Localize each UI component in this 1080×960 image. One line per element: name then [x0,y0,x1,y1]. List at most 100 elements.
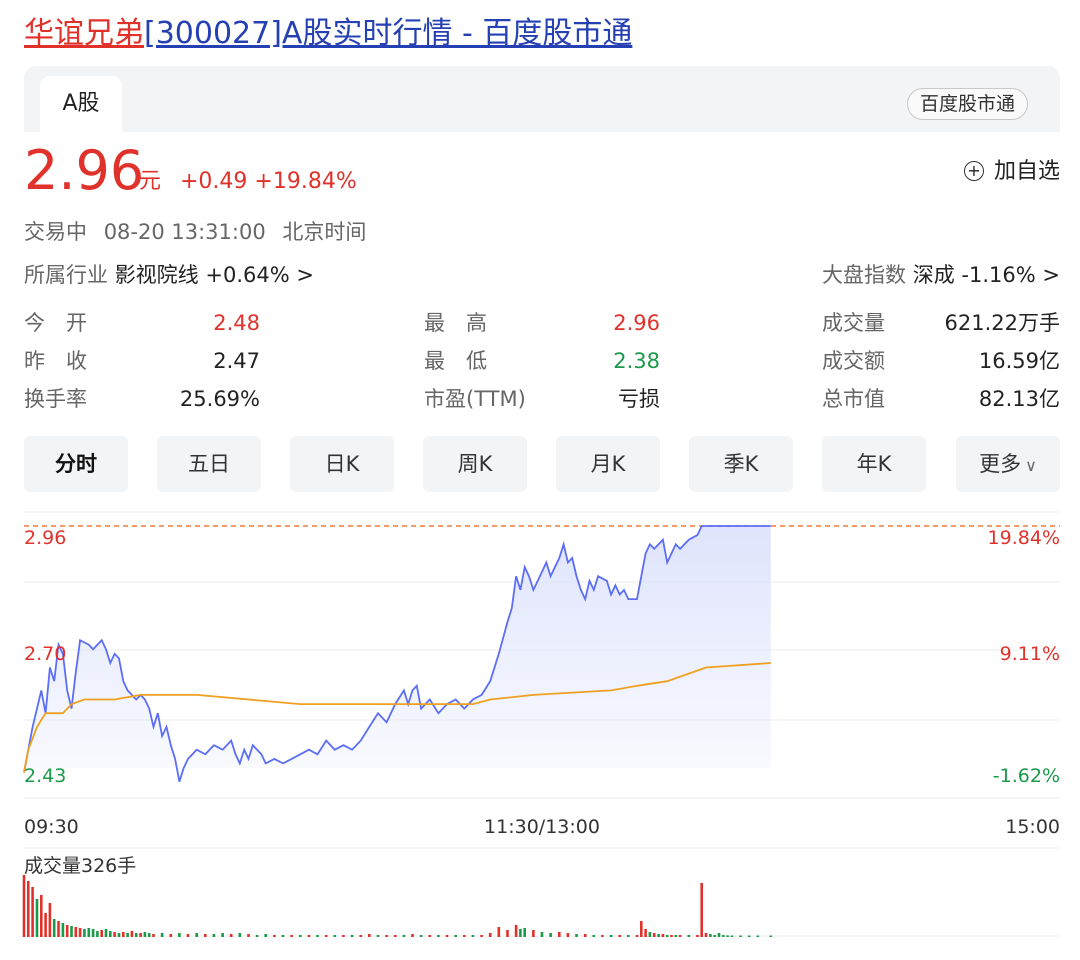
volume-bar [558,932,561,937]
stat-volume-value: 621.22万手 [944,311,1060,335]
volume-bar [609,935,613,937]
market-index-link[interactable]: 大盘指数 深成 -1.16% > [822,258,1060,292]
tab-period-monthly[interactable]: 月K [556,436,660,492]
volume-bar [592,935,596,937]
volume-bar [463,935,466,937]
stat-turnover-value: 25.69% [179,387,260,411]
source-pill[interactable]: 百度股市通 [906,88,1028,120]
industry-label: 所属行业 [24,263,108,287]
volume-bar [566,933,570,937]
price-unit: 元 [139,169,162,194]
page-title[interactable]: 华谊兄弟[300027]A股实时行情 - 百度股市通 [24,14,632,54]
x-tick-label: 15:00 [1005,816,1060,838]
volume-bar [678,935,682,937]
chevron-down-icon: ∨ [1025,456,1037,475]
volume-bar [350,935,354,937]
volume-bar [238,933,242,937]
tab-period-more[interactable]: 更多 ∨ [956,436,1060,492]
chevron-right-icon: > [1042,263,1060,287]
page-title-stock-name[interactable]: 华谊兄弟 [24,16,144,51]
stat-open-value: 2.48 [213,311,260,335]
trade-status: 交易中 08-20 13:31:00 北京时间 [24,216,376,248]
market-tab-bar: A股 百度股市通 [24,66,1060,132]
tab-a-share[interactable]: A股 [40,76,122,132]
volume-bar [160,933,164,937]
volume-bar [661,934,665,937]
price-change-pct: +19.84% [254,169,357,194]
volume-bar [70,926,73,937]
volume-bar [35,899,39,937]
tab-period-intraday[interactable]: 分时 [24,436,128,492]
volume-bar [48,903,52,937]
tab-period-5day[interactable]: 五日 [157,436,261,492]
volume-bar [717,933,721,937]
stat-amount-value: 16.59亿 [978,349,1060,373]
add-watchlist-label: 加自选 [993,159,1060,184]
page-title-rest[interactable]: [300027]A股实时行情 - 百度股市通 [144,16,632,51]
volume-bar [575,934,578,937]
volume-bar [324,935,328,937]
volume-bar [652,933,656,937]
volume-bar [117,933,121,937]
volume-bar [333,935,337,937]
volume-bar [229,934,233,937]
volume-bar [665,935,669,937]
trade-timezone: 北京时间 [282,220,367,244]
volume-bar [264,934,267,937]
market-index-pct: -1.16% [961,263,1036,287]
intraday-chart[interactable]: 2.96 2.70 2.43 19.84% 9.11% -1.62% 09:30 11:30/… [0,500,1080,960]
stat-prev-close-value: 2.47 [213,349,260,373]
intraday-chart-svg: 2.96 2.70 2.43 19.84% 9.11% -1.62% 09:30 11:30/… [22,511,1060,937]
volume-bar [57,921,60,937]
volume-bar [281,935,285,937]
stat-open-label: 今 开 [24,311,87,335]
volume-bar [299,935,302,937]
volume-bar [704,933,708,937]
volume-bar [393,935,397,937]
volume-bar [178,933,181,937]
volume-bar [756,935,760,937]
volume-bar [212,934,216,937]
volume-bar [696,935,699,937]
volume-bar [100,930,103,937]
volume-bar [722,935,725,937]
volume-bar [497,927,501,937]
x-tick-label: 09:30 [24,816,79,838]
period-tabs: 分时 五日 日K 周K 月K 季K 年K 更多 ∨ [24,436,1060,492]
market-index-label: 大盘指数 [822,263,907,287]
y-right-tick-label: 19.84% [988,527,1060,549]
plus-circle-icon: + [963,161,984,181]
tab-period-daily[interactable]: 日K [290,436,394,492]
volume-bar [519,929,522,937]
volume-bar [445,935,449,937]
volume-bar [40,895,43,937]
volume-bar [359,935,362,937]
volume-bar [130,931,134,937]
volume-bar [65,925,69,937]
y-left-tick-label: 2.96 [24,527,66,549]
volume-bar [139,933,142,937]
stat-pe-label: 市盈(TTM) [424,387,526,411]
volume-label: 成交量326手 [24,855,136,877]
volume-bar [152,934,155,937]
volume-bar [514,925,518,937]
volume-bar [126,933,129,937]
volume-bar [713,935,716,937]
tab-period-weekly[interactable]: 周K [423,436,527,492]
volume-bar [195,933,198,937]
add-watchlist-button[interactable]: + 加自选 [963,156,1060,188]
volume-bar [134,933,138,937]
volume-bar [540,932,544,937]
tab-period-yearly[interactable]: 年K [822,436,926,492]
trade-datetime: 08-20 13:31:00 [103,220,266,244]
volume-bar [376,935,380,937]
volume-bar [83,929,86,937]
industry-link[interactable]: 所属行业 影视院线 +0.64% > [24,258,314,292]
volume-bar [471,935,475,937]
volume-bar [78,928,82,937]
volume-bar [290,935,293,937]
volume-bar [385,935,388,937]
tab-period-quarterly[interactable]: 季K [689,436,793,492]
volume-bar [91,929,95,937]
volume-bar [113,932,116,937]
